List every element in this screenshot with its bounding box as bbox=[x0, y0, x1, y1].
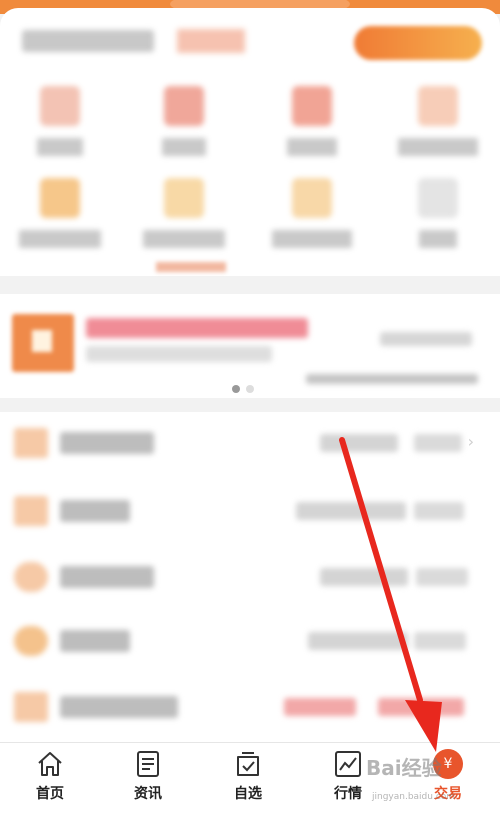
carousel-indicator[interactable] bbox=[232, 378, 264, 393]
list-item[interactable] bbox=[0, 480, 500, 544]
blurred-grid-label bbox=[162, 138, 206, 156]
blurred-grid-icon bbox=[40, 178, 80, 218]
blurred-account-button[interactable] bbox=[354, 26, 482, 60]
list-item[interactable] bbox=[0, 610, 500, 674]
carousel-dot-active bbox=[232, 385, 240, 393]
blurred-row-icon bbox=[14, 692, 48, 722]
tab-label: 资讯 bbox=[134, 786, 162, 802]
blurred-row-icon bbox=[14, 562, 48, 592]
blurred-grid-label bbox=[287, 138, 337, 156]
tab-home[interactable]: 首页 bbox=[0, 743, 100, 813]
blurred-row-icon bbox=[14, 626, 48, 656]
grid-item[interactable] bbox=[388, 86, 488, 156]
blurred-row-name bbox=[60, 630, 130, 652]
blurred-grid-icon bbox=[164, 86, 204, 126]
list-item[interactable]: › bbox=[0, 412, 500, 476]
blurred-grid-label bbox=[19, 230, 101, 248]
blurred-row-value bbox=[378, 698, 464, 716]
list-item[interactable] bbox=[0, 546, 500, 610]
grid-item[interactable] bbox=[134, 178, 234, 248]
list-item[interactable] bbox=[0, 676, 500, 740]
function-grid bbox=[0, 64, 500, 276]
tab-label: 首页 bbox=[36, 786, 64, 802]
blurred-promo-meta bbox=[380, 332, 472, 346]
blurred-promo-subtitle bbox=[86, 346, 272, 362]
account-list: › bbox=[0, 412, 500, 742]
blurred-promo-title bbox=[86, 318, 308, 338]
checkbox-icon bbox=[237, 752, 259, 776]
document-icon bbox=[137, 751, 159, 777]
blurred-row-value bbox=[296, 502, 406, 520]
grid-item[interactable] bbox=[10, 178, 110, 248]
account-card bbox=[0, 8, 500, 64]
blurred-grid-icon bbox=[40, 86, 80, 126]
blurred-grid-label bbox=[398, 138, 478, 156]
blurred-row-name bbox=[60, 566, 154, 588]
carousel-dot bbox=[246, 385, 254, 393]
chart-icon bbox=[335, 751, 361, 777]
blurred-row-name bbox=[60, 500, 130, 522]
blurred-row-value bbox=[414, 434, 462, 452]
blurred-row-value bbox=[414, 502, 464, 520]
blurred-promo-image bbox=[12, 314, 74, 372]
blurred-row-icon bbox=[14, 428, 48, 458]
grid-item[interactable] bbox=[10, 86, 110, 156]
grid-item[interactable] bbox=[134, 86, 234, 156]
watermark-url: jingyan.baidu.com bbox=[372, 792, 456, 802]
blurred-grid-hint bbox=[156, 262, 226, 272]
grid-item[interactable] bbox=[262, 178, 362, 248]
blurred-row-icon bbox=[14, 496, 48, 526]
blurred-account-tag[interactable] bbox=[176, 28, 246, 54]
blurred-row-value bbox=[320, 434, 398, 452]
grid-item[interactable] bbox=[388, 178, 488, 248]
chevron-right-icon: › bbox=[467, 432, 474, 451]
tab-watchlist[interactable]: 自选 bbox=[198, 743, 298, 813]
blurred-row-value bbox=[320, 568, 408, 586]
blurred-row-name bbox=[60, 696, 178, 718]
tab-news[interactable]: 资讯 bbox=[98, 743, 198, 813]
blurred-grid-icon bbox=[418, 178, 458, 218]
blurred-row-value bbox=[414, 632, 466, 650]
promo-card[interactable] bbox=[0, 294, 500, 398]
blurred-grid-icon bbox=[292, 178, 332, 218]
tab-label: 自选 bbox=[234, 786, 262, 802]
blurred-grid-label bbox=[419, 230, 457, 248]
blurred-grid-icon bbox=[292, 86, 332, 126]
home-icon bbox=[38, 752, 62, 776]
watermark-logo: Bai经验 bbox=[366, 756, 442, 780]
blurred-grid-label bbox=[143, 230, 225, 248]
grid-item[interactable] bbox=[262, 86, 362, 156]
blurred-grid-icon bbox=[164, 178, 204, 218]
blurred-row-value bbox=[284, 698, 356, 716]
blurred-grid-label bbox=[37, 138, 83, 156]
blurred-grid-label bbox=[272, 230, 352, 248]
blurred-account-name bbox=[22, 30, 154, 52]
blurred-grid-icon bbox=[418, 86, 458, 126]
blurred-row-value bbox=[416, 568, 468, 586]
blurred-row-value bbox=[308, 632, 408, 650]
blurred-row-name bbox=[60, 432, 154, 454]
blurred-promo-footnote bbox=[306, 374, 478, 384]
